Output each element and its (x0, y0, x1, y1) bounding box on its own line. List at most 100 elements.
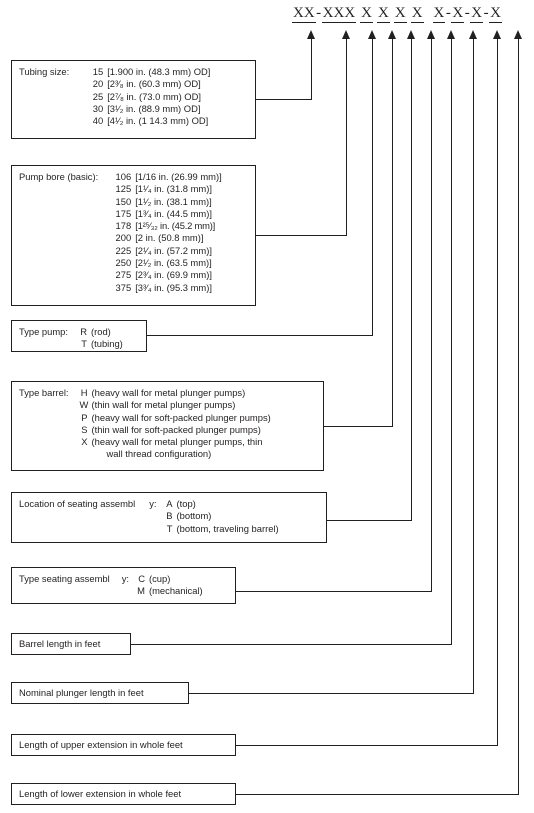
option-row: T (tubing) (79, 338, 123, 350)
option-row: 178 [1²⁵⁄₃₂ in. (45.2 mm)] (112, 220, 222, 232)
code-group-pump-bore: XXX (321, 5, 357, 23)
connector-type-seating-horizontal (236, 591, 431, 593)
option-desc: [1²⁵⁄₃₂ in. (45.2 mm)] (135, 220, 216, 232)
box-type-barrel: Type barrel: H (heavy wall for metal plun… (11, 381, 324, 471)
option-code: 200 (115, 232, 132, 244)
option-desc: (thin wall for metal plunger pumps) (91, 399, 236, 411)
option-code: 125 (115, 183, 132, 195)
option-desc: (thin wall for soft-packed plunger pumps… (91, 423, 261, 435)
option-row: X (heavy wall for metal plunger pumps, th… (80, 436, 271, 448)
code-group-type-barrel: X (377, 5, 390, 23)
box-location-seating-label-suffix: y: (149, 498, 157, 509)
option-desc: [2³⁄₄ in. (69.9 mm)] (135, 269, 212, 281)
connector-type-barrel-vertical (391, 38, 393, 427)
connector-pump-bore-horizontal (256, 235, 346, 237)
option-row: R (rod) (79, 326, 123, 338)
connector-upper-extension-horizontal (236, 745, 497, 747)
connector-location-seating-vertical (410, 38, 412, 521)
box-type-seating-label: Type seating assembl (19, 573, 110, 584)
option-code: A (166, 498, 173, 509)
box-upper-extension-length: Length of upper extension in whole feet (11, 734, 236, 756)
option-code: 30 (92, 102, 104, 114)
option-desc: (heavy wall for metal plunger pumps, thi… (91, 436, 263, 448)
code-group-tubing-size: XX (292, 5, 316, 23)
box-barrel-length: Barrel length in feet (11, 633, 131, 655)
box-type-barrel-label: Type barrel: (19, 387, 69, 398)
option-desc: (top) (176, 498, 196, 509)
option-code: 15 (92, 66, 104, 77)
option-row: 20 [2³⁄₈ in. (60.3 mm) OD] (89, 78, 210, 90)
connector-plunger-length-vertical (472, 38, 474, 694)
option-code: 375 (115, 281, 132, 293)
option-desc: [1/16 in. (26.99 mm)] (135, 171, 222, 182)
option-code: 175 (115, 207, 132, 219)
option-desc: [2⁷⁄₈ in. (73.0 mm) OD] (107, 90, 201, 102)
option-row: 200 [2 in. (50.8 mm)] (112, 232, 222, 244)
box-tubing-size-options: 15 [1.900 in. (48.3 mm) OD] 20 [2³⁄₈ in. (… (89, 66, 211, 127)
code-group-lower-extension: X (489, 5, 502, 23)
option-desc: (bottom) (176, 510, 212, 522)
option-row: T (bottom, traveling barrel) (165, 523, 279, 535)
connector-type-barrel-horizontal (324, 426, 392, 428)
code-group-type-pump: X (360, 5, 374, 23)
connector-tubing-size-vertical (310, 38, 312, 100)
connector-plunger-length-horizontal (189, 693, 473, 695)
option-desc: wall thread configuration) (106, 448, 212, 460)
option-row: W (thin wall for metal plunger pumps) (80, 399, 271, 411)
connector-type-seating-vertical (430, 38, 432, 592)
box-lower-extension-length: Length of lower extension in whole feet (11, 783, 236, 805)
option-code: B (166, 510, 173, 522)
box-upper-extension-length-label: Length of upper extension in whole feet (19, 739, 183, 750)
option-row: 40 [4¹⁄₂ in. (1 14.3 mm) OD] (89, 115, 210, 127)
option-desc: [1.900 in. (48.3 mm) OD] (107, 66, 211, 77)
option-code: C (138, 573, 145, 584)
connector-barrel-length-vertical (450, 38, 452, 645)
connector-location-seating-horizontal (327, 520, 411, 522)
option-row: B (bottom) (165, 510, 279, 522)
option-code: H (80, 387, 88, 398)
option-desc: [2 in. (50.8 mm)] (135, 232, 204, 244)
option-desc: (heavy wall for soft-packed plunger pump… (91, 411, 271, 423)
option-code: 250 (115, 257, 132, 269)
option-desc: (cup) (148, 573, 171, 584)
option-row: 375 [3³⁄₄ in. (95.3 mm)] (112, 282, 222, 294)
option-code: 106 (115, 171, 132, 182)
option-code: 178 (115, 220, 132, 232)
box-type-seating-options: C (cup) M (mechanical) (137, 573, 203, 598)
option-desc: [3³⁄₄ in. (95.3 mm)] (135, 281, 212, 293)
code-group-upper-extension: X (470, 5, 484, 23)
option-desc: [2³⁄₈ in. (60.3 mm) OD] (107, 78, 201, 90)
option-code: T (166, 522, 173, 534)
option-row: 225 [2¹⁄₄ in. (57.2 mm)] (112, 245, 222, 257)
option-desc: [2¹⁄₂ in. (63.5 mm)] (135, 257, 212, 269)
option-row: 150 [1¹⁄₂ in. (38.1 mm)] (112, 196, 222, 208)
option-desc: (mechanical) (148, 585, 203, 597)
option-row: H (heavy wall for metal plunger pumps) (80, 387, 271, 399)
code-group-barrel-length: X (432, 5, 446, 23)
connector-upper-extension-vertical (496, 38, 498, 746)
connector-barrel-length-horizontal (131, 644, 451, 646)
option-row: C (cup) (137, 573, 203, 585)
option-code: P (81, 411, 88, 423)
option-desc: [1³⁄₄ in. (44.5 mm)] (135, 207, 212, 219)
box-tubing-size: Tubing size: 15 [1.900 in. (48.3 mm) OD] … (11, 60, 256, 139)
box-type-seating-label-suffix: y: (121, 573, 129, 584)
option-desc: [1¹⁄₄ in. (31.8 mm)] (135, 183, 212, 195)
option-row: 25 [2⁷⁄₈ in. (73.0 mm) OD] (89, 91, 210, 103)
option-desc: [3¹⁄₂ in. (88.9 mm) OD] (107, 102, 201, 114)
code-string: XX - XXX X X X X X - X - X - X (292, 4, 534, 28)
connector-type-pump-horizontal (147, 335, 372, 337)
option-desc: (heavy wall for metal plunger pumps) (91, 387, 246, 398)
connector-lower-extension-vertical (517, 38, 519, 795)
box-tubing-size-label: Tubing size: (19, 66, 70, 77)
option-row: 275 [2³⁄₄ in. (69.9 mm)] (112, 269, 222, 281)
option-code: 25 (92, 90, 104, 102)
box-nominal-plunger-length-label: Nominal plunger length in feet (19, 687, 144, 698)
option-code: 275 (115, 269, 132, 281)
option-code: S (81, 423, 88, 435)
code-group-type-seating: X (410, 5, 424, 23)
option-code: 225 (115, 244, 132, 256)
option-desc: [1¹⁄₂ in. (38.1 mm)] (135, 195, 212, 207)
option-row: 175 [1³⁄₄ in. (44.5 mm)] (112, 208, 222, 220)
option-row: M (mechanical) (137, 585, 203, 597)
